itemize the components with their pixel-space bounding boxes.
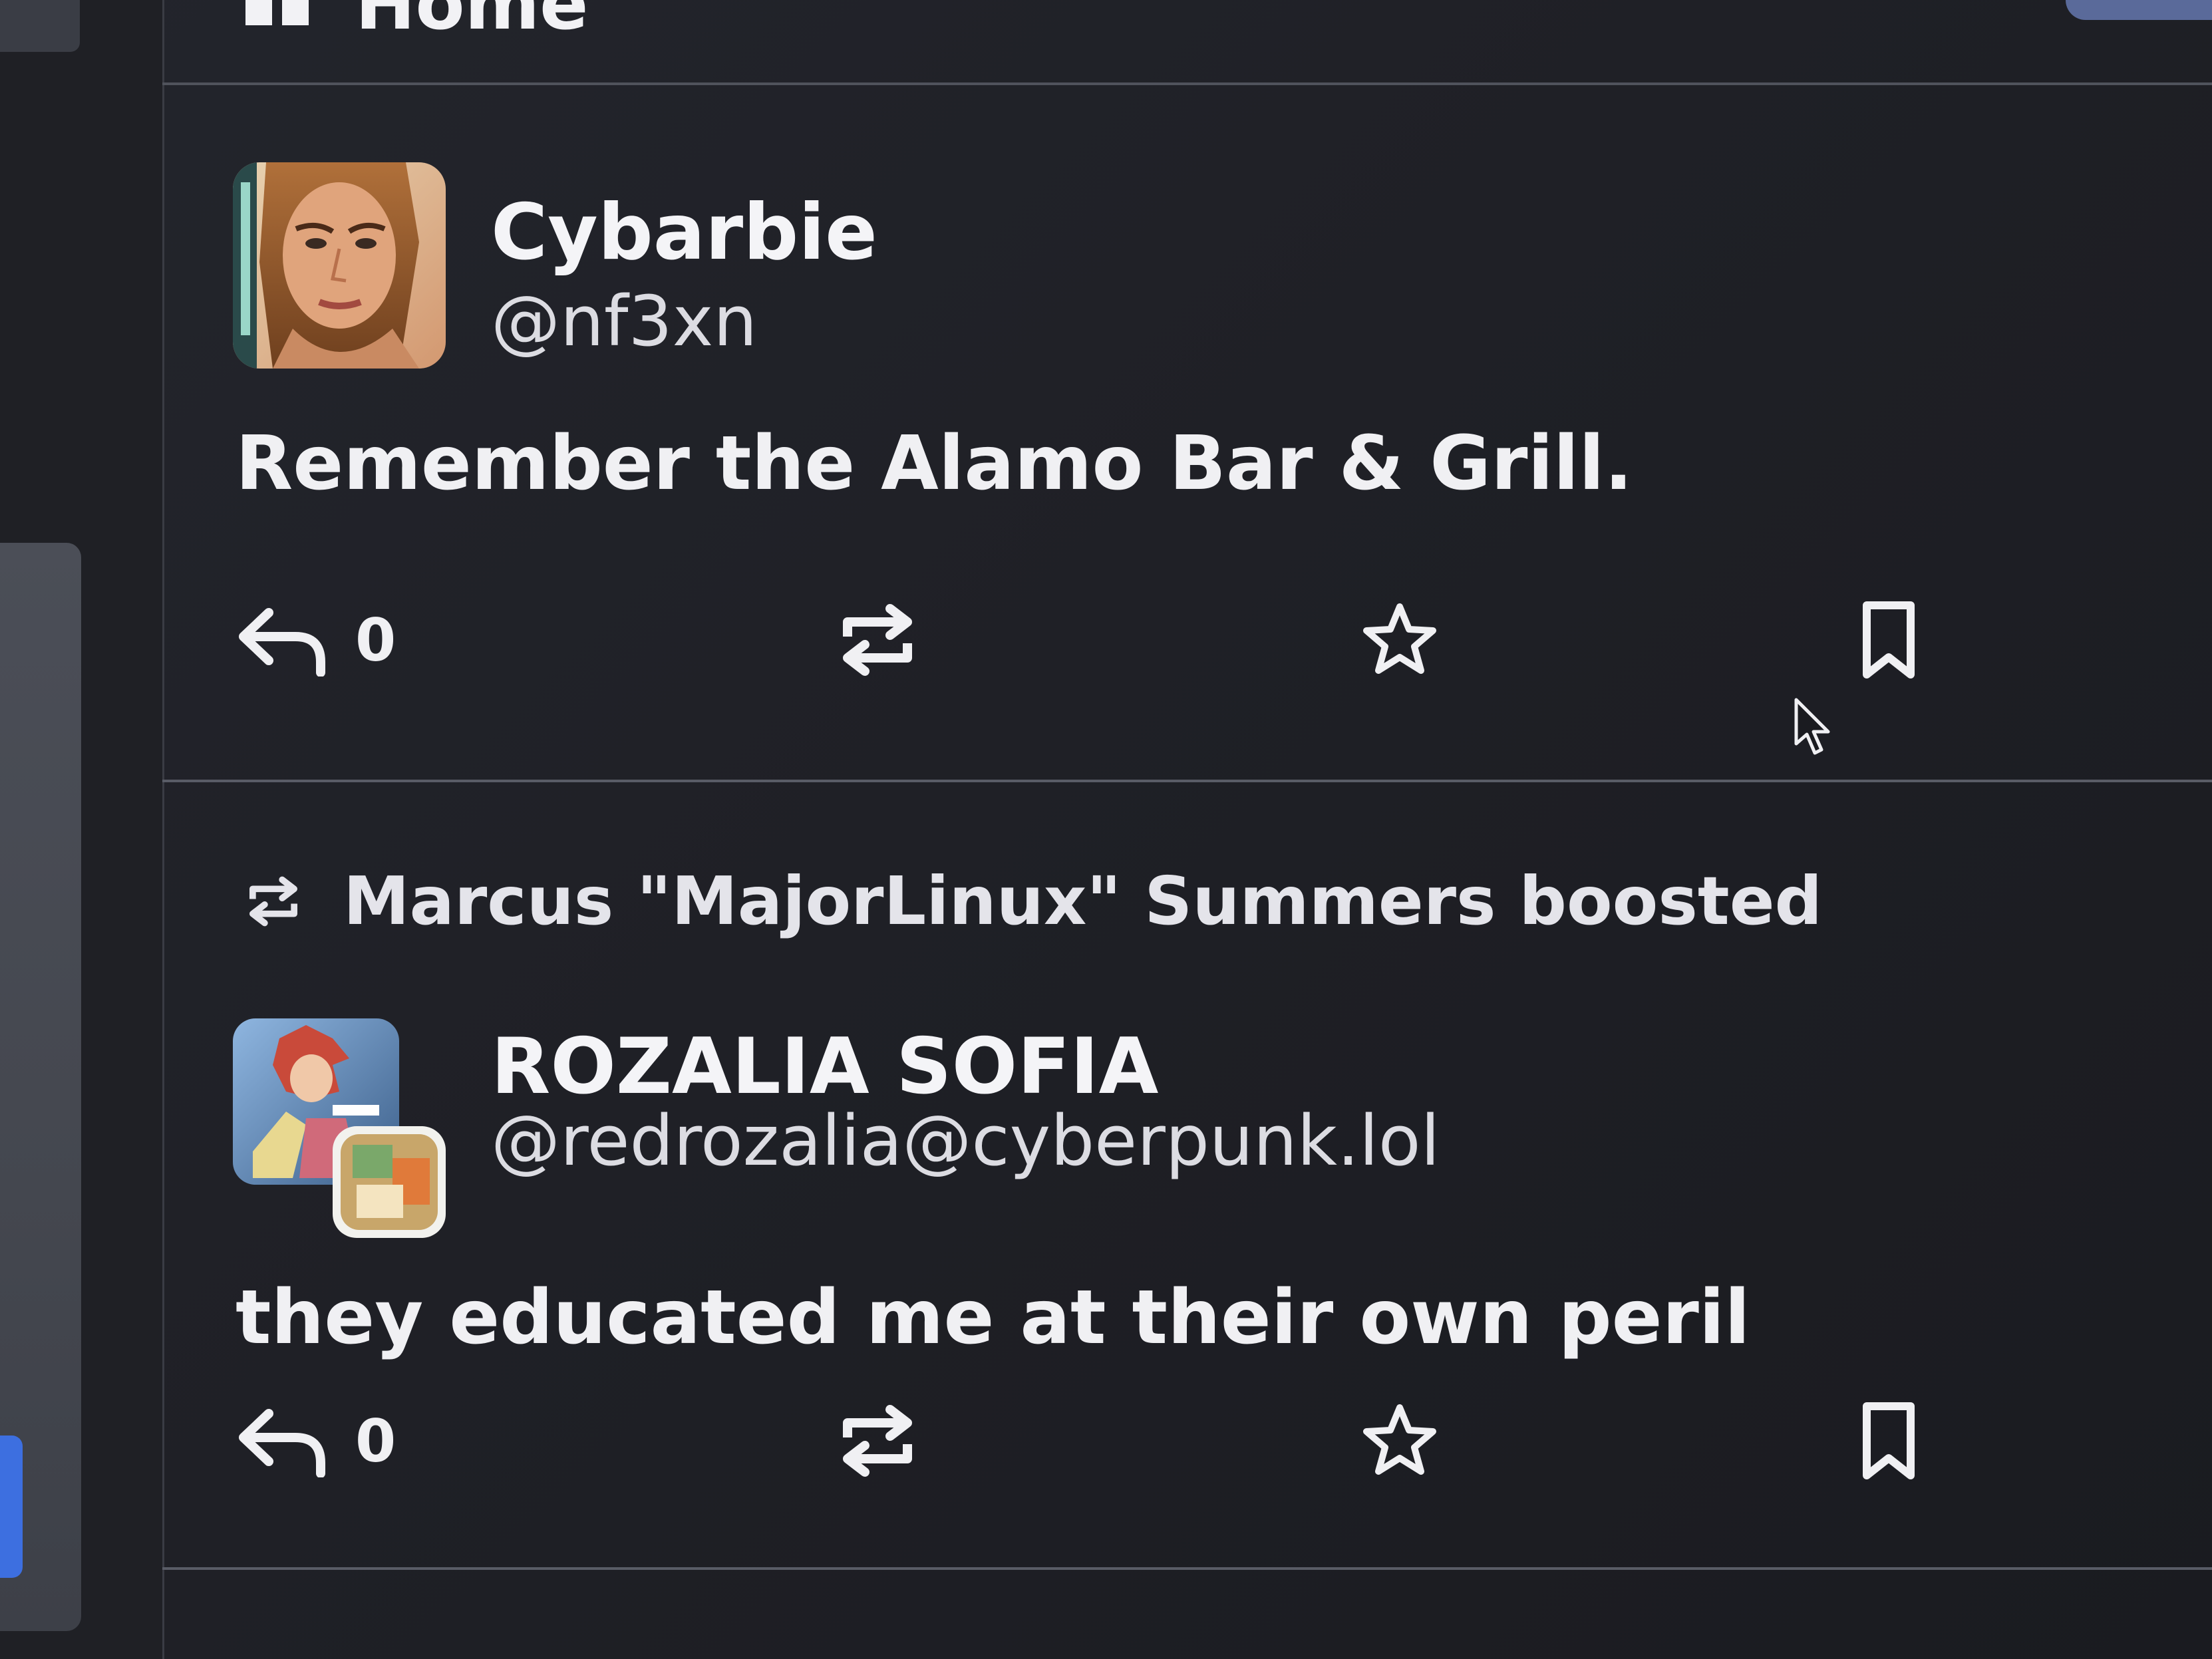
avatar[interactable] (233, 162, 446, 369)
star-icon (1363, 603, 1436, 674)
reply-button[interactable]: 0 (236, 593, 396, 686)
boosted-by-label[interactable]: Marcus "MajorLinux" Summers boosted (343, 862, 1822, 940)
bookmark-icon (1863, 1402, 1915, 1479)
screen: Home Cybarbie @nf3xn Remember the Alamo … (0, 0, 2212, 1659)
reply-count: 0 (355, 605, 396, 675)
account-handle[interactable]: @redrozalia@cyberpunk.lol (491, 1100, 1440, 1181)
reply-icon (239, 1409, 325, 1477)
avatar-image (233, 162, 446, 369)
reply-icon (239, 608, 325, 677)
boost-button[interactable] (834, 1394, 921, 1487)
timeline-header: Home (162, 0, 2212, 85)
boost-icon (843, 604, 912, 676)
boost-icon (249, 876, 297, 926)
bookmark-button[interactable] (1859, 1394, 1919, 1487)
favourite-button[interactable] (1360, 1394, 1440, 1487)
post-actions: 0 (236, 1394, 2098, 1487)
bookmark-icon (1863, 601, 1915, 679)
post-content: Remember the Alamo Bar & Grill. (236, 420, 1633, 507)
reply-count: 0 (355, 1406, 396, 1475)
boost-banner: Marcus "MajorLinux" Summers boosted (243, 862, 1822, 940)
home-icon (245, 0, 309, 25)
post-content: they educated me at their own peril (236, 1275, 1750, 1361)
publish-button[interactable] (0, 1435, 23, 1578)
status-post[interactable]: Marcus "MajorLinux" Summers boosted ROZA… (162, 782, 2212, 1570)
page-title: Home (355, 0, 589, 46)
post-actions: 0 (236, 593, 2098, 686)
header-badge[interactable] (2066, 0, 2212, 20)
reply-button[interactable]: 0 (236, 1394, 396, 1487)
left-rail (0, 0, 164, 1659)
avatar-image (233, 1018, 446, 1238)
rail-top-button[interactable] (0, 0, 80, 52)
mouse-cursor-icon (1794, 698, 1830, 755)
display-name[interactable]: ROZALIA SOFIA (491, 1022, 1158, 1112)
avatar[interactable] (233, 1018, 452, 1238)
display-name[interactable]: Cybarbie (491, 188, 877, 277)
favourite-button[interactable] (1360, 593, 1440, 686)
bookmark-button[interactable] (1859, 593, 1919, 686)
account-handle[interactable]: @nf3xn (491, 281, 757, 362)
boost-icon (843, 1405, 912, 1477)
status-post[interactable]: Cybarbie @nf3xn Remember the Alamo Bar &… (162, 88, 2212, 782)
star-icon (1363, 1404, 1436, 1475)
boost-button[interactable] (834, 593, 921, 686)
